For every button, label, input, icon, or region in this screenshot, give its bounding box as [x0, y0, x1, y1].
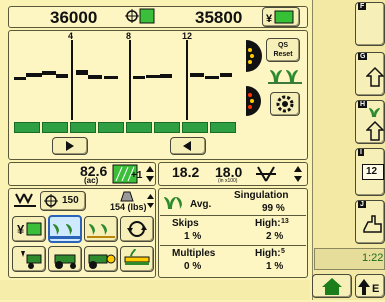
sidebar-letter-g: G — [358, 53, 368, 60]
skips-high-label: High: — [255, 218, 281, 229]
row-status-segment — [154, 122, 180, 133]
page-number-label: 12 — [366, 166, 378, 177]
svg-text:¥: ¥ — [266, 13, 273, 25]
right-population-value: 35800 — [195, 8, 243, 27]
weight-updown-icon[interactable] — [146, 192, 155, 210]
speed-sub-label: (in x100) — [218, 178, 238, 184]
row-status-segment — [126, 122, 152, 133]
row-status-segment — [98, 122, 124, 133]
row-bar — [14, 77, 26, 80]
row-bar — [146, 75, 160, 78]
settings-gear-button[interactable] — [270, 92, 300, 116]
area-updown-icon[interactable] — [145, 164, 155, 184]
avg-label: Avg. — [190, 199, 212, 210]
meter-half-disk-icon — [244, 38, 264, 74]
sidebar-letter-j: J — [358, 201, 366, 208]
multiples-high-label: High: — [255, 248, 281, 259]
multiples-high-row: 5 — [281, 248, 285, 255]
row-bar — [56, 74, 68, 78]
row-bar — [205, 76, 219, 79]
multiples-value: 0 % — [184, 261, 202, 272]
sidebar-letter-h: H — [358, 101, 368, 108]
row-bar — [88, 75, 102, 79]
multiples-label: Multiples — [172, 248, 216, 259]
row-divider — [71, 40, 73, 120]
row-bar — [160, 74, 172, 78]
row-bar — [76, 70, 88, 75]
target-rate-icon — [125, 8, 155, 24]
tractor-seed-button[interactable] — [84, 246, 118, 272]
singulation-label: Singulation — [234, 190, 289, 201]
qs-reset-button[interactable]: QS Reset — [266, 38, 300, 62]
row-bar — [42, 71, 56, 75]
bottom-strip — [0, 280, 310, 300]
home-button[interactable] — [312, 274, 352, 298]
row-bar — [133, 76, 145, 79]
row-divider — [186, 40, 188, 120]
tractor-button[interactable] — [48, 246, 82, 272]
row-status-segment — [210, 122, 236, 133]
singulation-value: 99 % — [262, 203, 285, 214]
skips-high-value: 2 % — [266, 231, 284, 242]
speed-updown-icon[interactable] — [292, 164, 304, 184]
area-unit: (ac) — [84, 176, 99, 185]
row-bar — [104, 76, 118, 79]
weight-icon — [120, 189, 134, 202]
row-bar — [190, 73, 204, 77]
sidebar-letter-i: I — [358, 149, 364, 156]
downforce-icon — [255, 165, 277, 183]
weight-value: 154 (lbs) — [110, 202, 147, 212]
home-outline-icon — [365, 66, 385, 88]
crop-view-button[interactable] — [84, 216, 118, 242]
skips-high-row: 13 — [281, 218, 289, 225]
stats-divider — [160, 215, 306, 216]
left-population-value: 36000 — [50, 8, 98, 27]
seedling-icon — [268, 64, 302, 84]
home-outline-icon — [365, 120, 385, 142]
time-value: 1:22 — [362, 252, 384, 264]
row-units-icon — [14, 192, 36, 210]
row-status-segment — [70, 122, 96, 133]
rate-mode-button[interactable]: ¥ — [262, 7, 300, 27]
multiples-high-value: 1 % — [266, 261, 284, 272]
meter-half-disk-icon — [244, 84, 264, 118]
implement-down-button[interactable] — [12, 246, 46, 272]
planting-view-button[interactable] — [48, 215, 82, 243]
rate-value: 150 — [62, 195, 79, 206]
row-status-segment — [42, 122, 68, 133]
nav-next-button[interactable]: E — [355, 274, 385, 298]
rate-crosshair-icon — [44, 194, 58, 208]
sidebar-letter-f: F — [358, 3, 367, 10]
avg-seedling-icon — [162, 191, 188, 211]
tractor-mode-button[interactable]: ¥ — [12, 216, 46, 242]
row-divider — [129, 40, 131, 120]
planter-button[interactable] — [120, 246, 154, 272]
svg-text:¥: ¥ — [17, 222, 25, 237]
sprout-icon — [368, 104, 384, 118]
stats-divider — [160, 245, 306, 246]
row-status-segment — [14, 122, 40, 133]
scroll-right-button[interactable] — [52, 137, 88, 155]
svg-text:E: E — [372, 283, 379, 295]
row-status-segment — [182, 122, 208, 133]
skips-value: 1 % — [184, 231, 202, 242]
hand-icon — [362, 212, 384, 236]
scroll-left-button[interactable] — [170, 137, 206, 155]
speed-value-1: 18.2 — [172, 164, 200, 180]
cycle-button[interactable] — [120, 216, 154, 242]
skips-label: Skips — [172, 218, 199, 229]
row-bar — [26, 73, 42, 77]
row-bar — [220, 73, 232, 77]
area-multiplier: +1 — [131, 170, 143, 181]
